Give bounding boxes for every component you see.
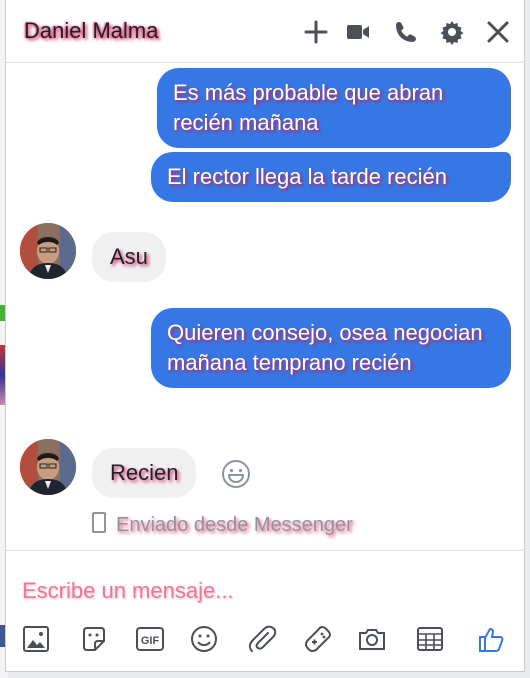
chat-window: Daniel Malma Es más probable que abran r…: [5, 0, 525, 672]
chat-header: Daniel Malma: [6, 0, 524, 63]
sent-status: Enviado desde Messenger: [92, 512, 353, 537]
camera-icon[interactable]: [356, 623, 388, 655]
outgoing-message[interactable]: Quieren consejo, osea negocian mañana te…: [151, 308, 511, 388]
contact-avatar[interactable]: [20, 439, 76, 495]
like-icon[interactable]: [476, 623, 508, 655]
mobile-phone-icon: [92, 512, 106, 533]
attachment-icon[interactable]: [246, 623, 278, 655]
plus-icon[interactable]: [302, 18, 330, 46]
incoming-message[interactable]: Asu: [92, 232, 166, 282]
outgoing-message[interactable]: El rector llega la tarde recién: [151, 152, 511, 202]
game-icon[interactable]: [302, 623, 334, 655]
phone-icon[interactable]: [392, 18, 420, 46]
sent-status-text: Enviado desde Messenger: [116, 514, 353, 536]
plan-icon[interactable]: [414, 623, 446, 655]
gear-icon[interactable]: [438, 18, 466, 46]
emoji-icon[interactable]: [188, 623, 220, 655]
photo-icon[interactable]: [20, 623, 52, 655]
gif-icon[interactable]: GIF: [134, 623, 166, 655]
close-icon[interactable]: [484, 18, 512, 46]
sticker-icon[interactable]: [78, 623, 110, 655]
contact-avatar[interactable]: [20, 223, 76, 279]
reaction-emoji-icon[interactable]: [220, 458, 252, 490]
composer-divider: [6, 550, 524, 551]
message-input[interactable]: Escribe un mensaje...: [22, 578, 234, 604]
outgoing-message[interactable]: Es más probable que abran recién mañana: [157, 68, 511, 148]
incoming-message[interactable]: Recien: [92, 448, 197, 498]
gif-label: GIF: [141, 635, 160, 647]
video-icon[interactable]: [344, 18, 372, 46]
contact-name[interactable]: Daniel Malma: [24, 18, 159, 44]
